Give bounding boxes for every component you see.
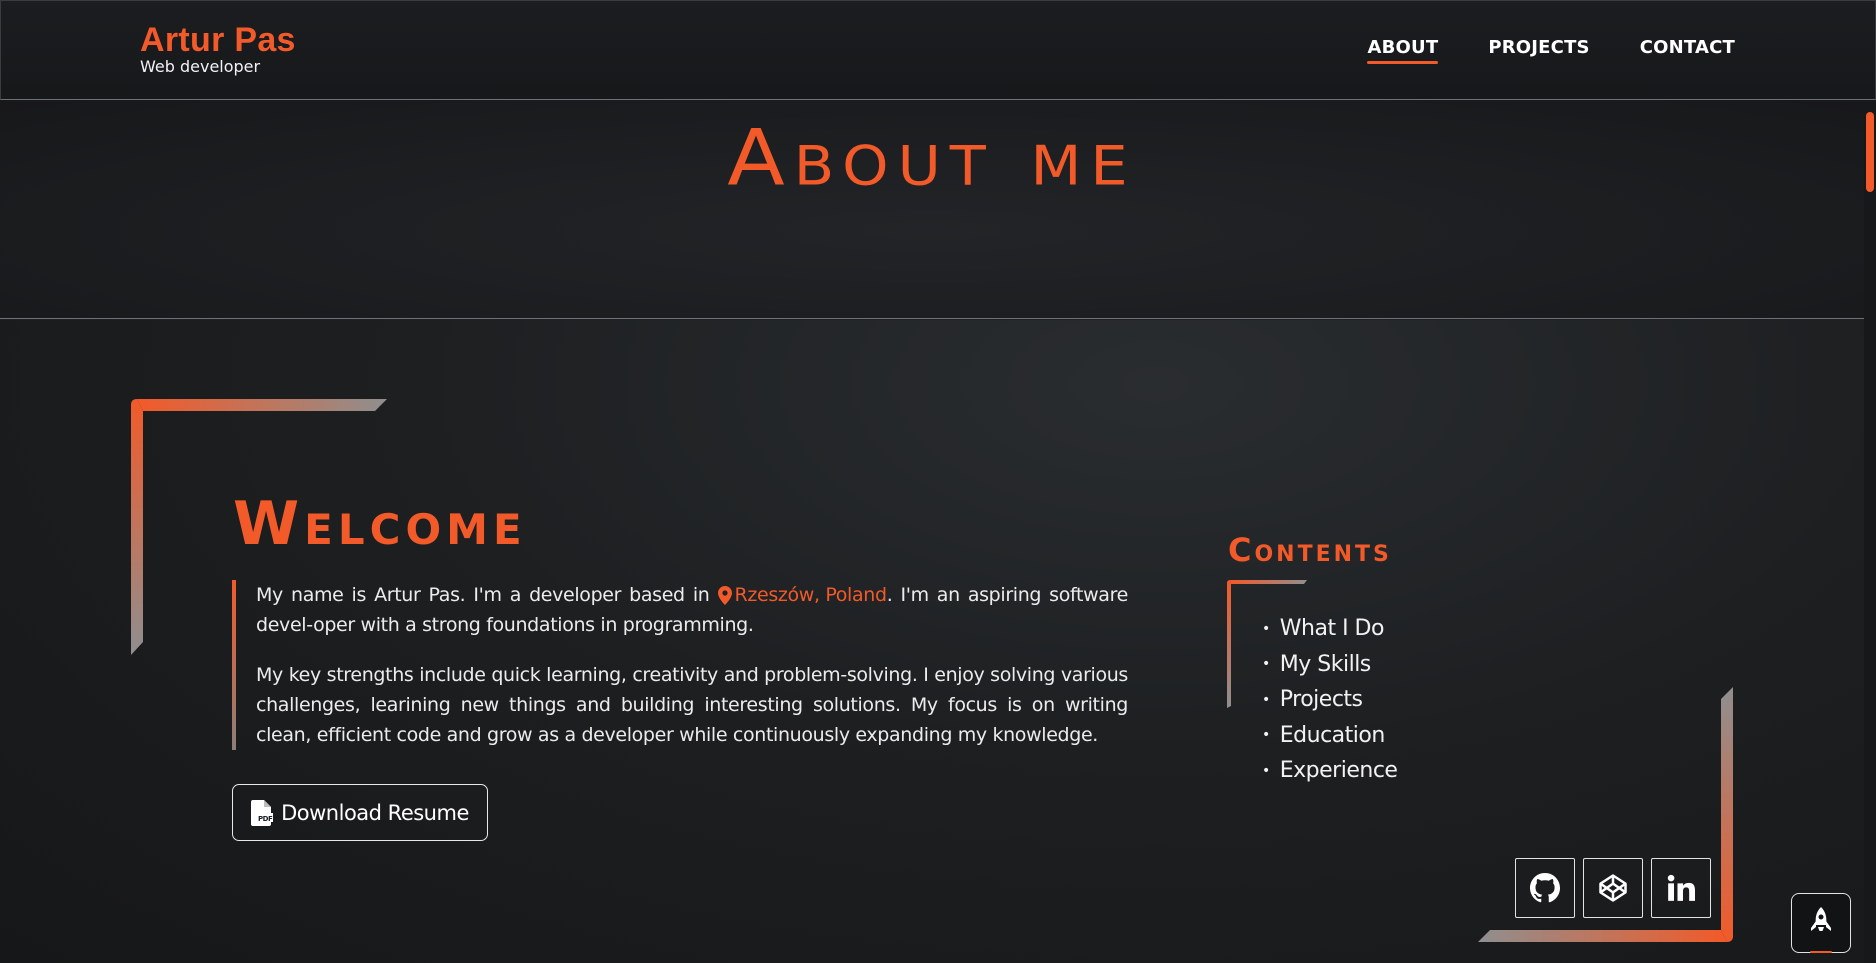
scroll-to-top-button[interactable]	[1791, 893, 1851, 953]
github-icon	[1530, 873, 1560, 903]
nav-contact[interactable]: CONTACT	[1640, 37, 1735, 64]
intro-paragraph-2: My key strengths include quick learning,…	[256, 664, 1128, 746]
svg-text:PDF: PDF	[258, 815, 273, 823]
contents-item-projects[interactable]: • Projects	[1262, 682, 1397, 718]
rocket-icon	[1811, 907, 1831, 931]
contents-item-my-skills[interactable]: • My Skills	[1262, 647, 1397, 683]
bullet: •	[1262, 656, 1270, 672]
download-resume-button[interactable]: PDF Download Resume	[232, 784, 488, 841]
download-resume-label[interactable]: Download Resume	[281, 801, 469, 825]
site-header: Artur Pas Web developer ABOUT PROJECTS C…	[0, 0, 1876, 100]
linkedin-link[interactable]	[1651, 858, 1711, 918]
linkedin-icon	[1667, 874, 1695, 901]
contents-list: • What I Do • My Skills • Projects • Educati…	[1262, 611, 1398, 789]
contents-item-education[interactable]: • Education	[1262, 718, 1397, 754]
intro-text-before: My name is Artur Pas. I'm a developer ba…	[256, 584, 710, 606]
hero-section: About me	[0, 100, 1864, 319]
brand-name[interactable]: Artur Pas	[140, 21, 296, 59]
contents-item-experience[interactable]: • Experience	[1262, 753, 1398, 789]
map-pin-icon	[717, 585, 732, 605]
contents-item-label[interactable]: Projects	[1280, 687, 1363, 712]
intro-text: My name is Artur Pas. I'm a developer ba…	[232, 580, 1128, 750]
codepen-icon	[1599, 874, 1627, 902]
contents-heading: Contents	[1228, 531, 1392, 569]
page-scrollbar[interactable]	[1864, 100, 1876, 963]
brand-role: Web developer	[140, 57, 261, 76]
welcome-heading: Welcome	[233, 489, 527, 559]
about-section: Welcome My name is Artur Pas. I'm a deve…	[0, 320, 1864, 963]
contents-item-label[interactable]: My Skills	[1280, 652, 1372, 677]
github-link[interactable]	[1515, 858, 1575, 918]
location-label[interactable]: Rzeszów, Poland	[735, 580, 888, 610]
bullet: •	[1262, 762, 1270, 779]
bullet: •	[1262, 727, 1270, 743]
brand[interactable]: Artur Pas Web developer	[140, 21, 296, 77]
contents-item-what-i-do[interactable]: • What I Do	[1262, 611, 1397, 647]
intro-paragraph-1: My name is Artur Pas. I'm a developer ba…	[256, 580, 1128, 640]
social-links	[1515, 858, 1711, 918]
pdf-file-icon: PDF	[251, 799, 274, 826]
codepen-link[interactable]	[1583, 858, 1643, 918]
contents-item-label[interactable]: Education	[1280, 723, 1386, 748]
bullet: •	[1262, 691, 1270, 708]
page-title: About me	[727, 112, 1137, 204]
main-nav: ABOUT PROJECTS CONTACT	[1367, 37, 1735, 64]
nav-projects[interactable]: PROJECTS	[1488, 37, 1589, 64]
contents-item-label[interactable]: Experience	[1280, 758, 1398, 783]
contents-item-label[interactable]: What I Do	[1280, 616, 1385, 641]
nav-about[interactable]: ABOUT	[1367, 37, 1439, 64]
bullet: •	[1262, 620, 1270, 637]
scrollbar-thumb[interactable]	[1866, 112, 1874, 192]
location-link[interactable]: Rzeszów, Poland	[717, 580, 888, 610]
